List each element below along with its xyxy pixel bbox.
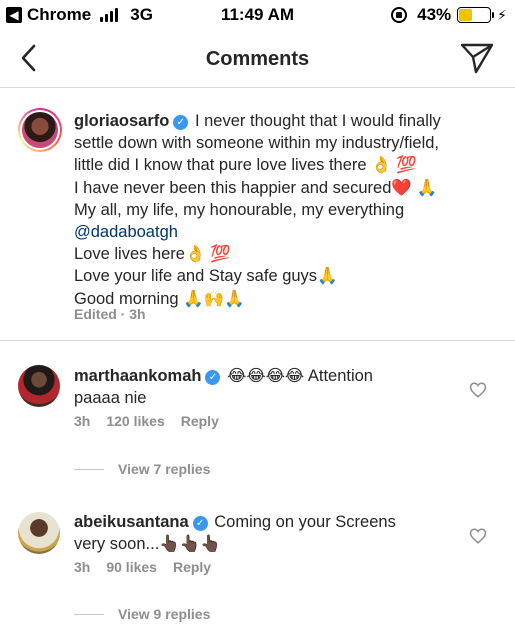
comment-text: abeikusantana ✓ Coming on your Screens ve…	[74, 511, 444, 555]
comment-text: marthaankomah ✓ 😂😂😂😂 Attention paaaa nie	[74, 365, 444, 409]
comment-likes[interactable]: 120 likes	[106, 413, 164, 429]
comment-meta: 3h 90 likes Reply	[74, 559, 227, 575]
view-replies-button[interactable]: View 7 replies	[74, 461, 210, 477]
chevron-left-icon[interactable]	[16, 40, 44, 76]
heart-outline-icon[interactable]	[469, 381, 487, 399]
page-title: Comments	[205, 48, 310, 70]
comment-body: paaaa nie	[74, 389, 147, 407]
comments-header: Comments	[0, 30, 515, 88]
caption-line: little did I know that pure love lives t…	[74, 156, 417, 175]
comment-body: 😂😂😂😂 Attention	[227, 367, 373, 385]
caption-line: I never thought that I would finally	[194, 112, 441, 130]
caption-line: settle down with someone within my indus…	[74, 134, 439, 153]
verified-badge-icon: ✓	[205, 370, 221, 385]
divider	[74, 468, 104, 470]
comment-time: 3h	[74, 559, 91, 575]
heart-outline-icon[interactable]	[469, 527, 487, 545]
battery-icon	[457, 7, 495, 23]
caption-line: My all, my life, my honourable, my every…	[74, 200, 405, 219]
caption-line: Love your life and Stay safe guys🙏	[74, 267, 338, 286]
reply-button[interactable]: Reply	[173, 559, 211, 575]
comment-likes[interactable]: 90 likes	[106, 559, 157, 575]
avatar[interactable]	[18, 108, 62, 152]
caption-line: I have never been this happier and secur…	[74, 178, 438, 197]
charging-icon: ⚡	[497, 6, 507, 23]
comment-body: very soon...👆🏿👆🏿👆🏿	[74, 535, 221, 553]
mention-link[interactable]: @dadaboatgh	[74, 223, 178, 241]
caption-text: gloriaosarfo ✓ I never thought that I wou…	[74, 110, 494, 310]
caption-line: Love lives here👌 💯	[74, 245, 231, 264]
view-replies-button[interactable]: View 9 replies	[74, 606, 210, 622]
comment-meta: 3h 120 likes Reply	[74, 413, 235, 429]
avatar[interactable]	[18, 512, 60, 554]
verified-badge-icon: ✓	[192, 516, 208, 531]
caption-username[interactable]: gloriaosarfo	[74, 112, 169, 130]
comment-username[interactable]: abeikusantana	[74, 513, 189, 531]
rotation-lock-icon	[391, 7, 408, 23]
divider	[74, 613, 104, 615]
avatar[interactable]	[18, 365, 60, 407]
caption-line: Good morning 🙏🙌🙏	[74, 289, 245, 308]
view-replies-label: View 7 replies	[118, 461, 211, 477]
comment-body: Coming on your Screens	[214, 513, 396, 531]
comment-username[interactable]: marthaankomah	[74, 367, 201, 385]
comment-time: 3h	[74, 413, 91, 429]
view-replies-label: View 9 replies	[118, 606, 211, 622]
caption-meta: Edited · 3h	[74, 306, 146, 322]
battery-percent: 43%	[417, 5, 452, 24]
reply-button[interactable]: Reply	[181, 413, 219, 429]
paper-plane-icon[interactable]	[459, 41, 495, 75]
status-bar: ◀ Chrome 3G 11:49 AM 43% ⚡	[0, 0, 515, 30]
verified-badge-icon: ✓	[173, 115, 189, 130]
